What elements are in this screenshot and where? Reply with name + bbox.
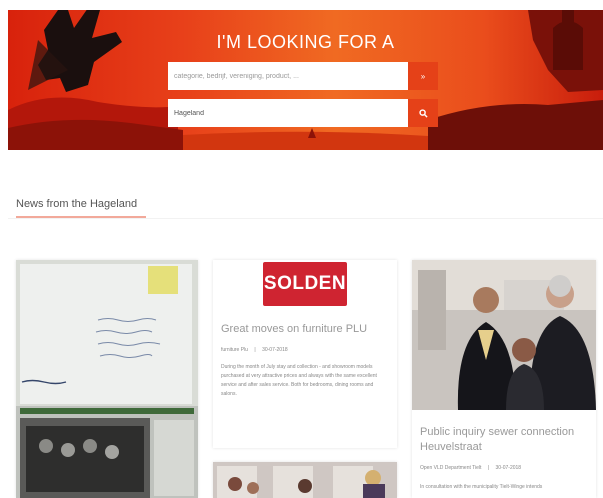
news-card[interactable]	[16, 260, 198, 498]
section-title-underline	[16, 216, 146, 218]
location-search-button[interactable]	[408, 99, 438, 127]
news-card-date: 30-07-2018	[495, 465, 522, 471]
news-card-author: Open VLD Department Tielt	[420, 465, 482, 471]
news-card[interactable]: Public inquiry sewer connection Heuvelst…	[412, 260, 596, 498]
section-title: News from the Hageland	[16, 198, 138, 210]
search-input[interactable]	[168, 62, 408, 90]
chevron-right-icon: »	[420, 71, 426, 81]
news-card-meta: furniture Plu | 30-07-2018	[221, 347, 288, 353]
solden-logo: SOLDEN	[263, 262, 347, 306]
news-card-date: 30-07-2018	[262, 347, 288, 353]
news-card-image	[412, 260, 596, 410]
search-submit-button[interactable]: »	[408, 62, 438, 90]
location-row	[168, 99, 438, 127]
news-card[interactable]: SOLDEN Great moves on furniture PLU furn…	[213, 260, 397, 448]
news-card-image	[16, 260, 198, 498]
news-card-title[interactable]: Public inquiry sewer connection Heuvelst…	[420, 425, 590, 455]
location-input[interactable]	[168, 99, 408, 127]
news-card-excerpt: During the month of July stay and collec…	[221, 364, 377, 397]
news-card-image	[213, 462, 397, 498]
search-icon	[418, 108, 428, 118]
news-card-meta: Open VLD Department Tielt | 30-07-2018	[420, 465, 522, 471]
search-row: »	[168, 62, 438, 90]
section-divider	[8, 218, 603, 219]
hero-banner: I'M LOOKING FOR A »	[8, 10, 603, 150]
hero-title: I'M LOOKING FOR A	[216, 32, 395, 52]
news-card-author: furniture Plu	[221, 347, 248, 353]
news-card[interactable]	[213, 462, 397, 498]
news-card-excerpt: In consultation with the municipality Ti…	[420, 484, 543, 490]
news-card-title[interactable]: Great moves on furniture PLU	[221, 322, 389, 337]
